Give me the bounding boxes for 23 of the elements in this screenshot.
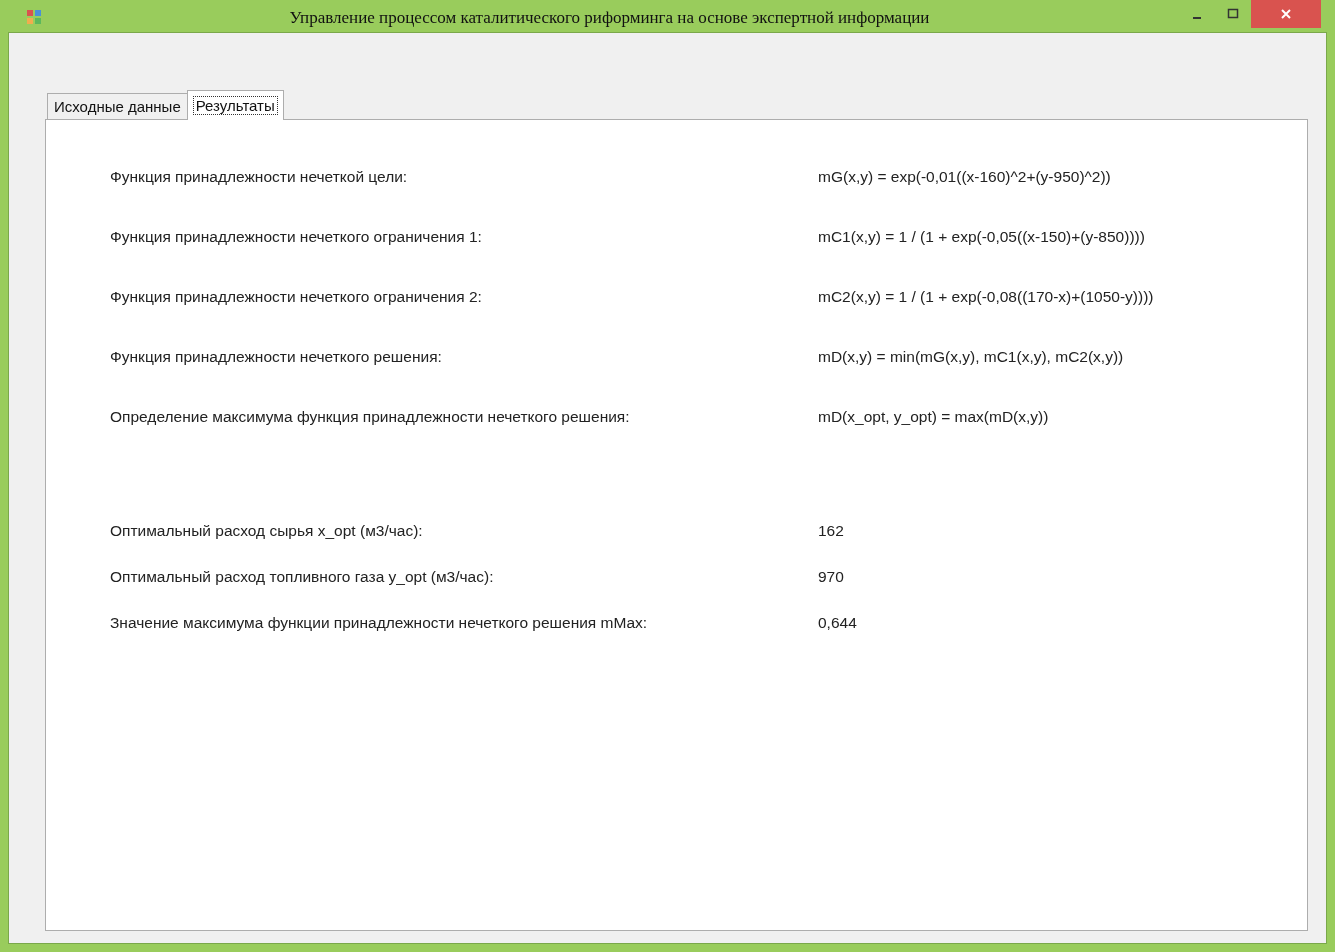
- formula-label: Функция принадлежности нечеткой цели:: [110, 167, 409, 187]
- tab[interactable]: Результаты: [186, 90, 284, 120]
- formula-label: Функция принадлежности нечеткого ограничения 2:: [110, 287, 483, 307]
- formula-value: mG(x,y) = exp(-0,01((x-160)^2+(y-950)^2)): [818, 167, 1112, 187]
- result-label: Оптимальный расход сырья x_opt (м3/час):: [110, 521, 424, 541]
- result-value: 162: [818, 521, 845, 541]
- app-icon: [26, 9, 42, 25]
- formula-value: mC2(x,y) = 1 / (1 + exp(-0,08((170-x)+(1050-y)))): [818, 287, 1155, 307]
- result-label: Значение максимума функции принадлежности нечеткого решения mMax:: [110, 613, 649, 633]
- minimize-icon: [1193, 17, 1201, 19]
- result-value: 0,644: [818, 613, 858, 633]
- window-title: Управление процессом каталитического риформинга на основе экспертной информации: [288, 7, 931, 28]
- formula-label: Функция принадлежности нечеткого ограничения 1:: [110, 227, 483, 247]
- formula-value: mD(x,y) = min(mG(x,y), mC1(x,y), mC2(x,y)): [818, 347, 1125, 367]
- formula-value: mC1(x,y) = 1 / (1 + exp(-0,05((x-150)+(y-850)))): [818, 227, 1146, 247]
- formula-value: mD(x_opt, y_opt) = max(mD(x,y)): [818, 407, 1050, 427]
- formula-label: Функция принадлежности нечеткого решения:: [110, 347, 443, 367]
- maximize-icon: [1227, 8, 1239, 20]
- close-icon: [1280, 8, 1292, 20]
- result-value: 970: [818, 567, 845, 587]
- result-label: Оптимальный расход топливного газа y_opt (м3/час):: [110, 567, 495, 587]
- formula-label: Определение максимума функция принадлежности нечеткого решения:: [110, 407, 631, 427]
- tab[interactable]: Исходные данные: [47, 93, 188, 119]
